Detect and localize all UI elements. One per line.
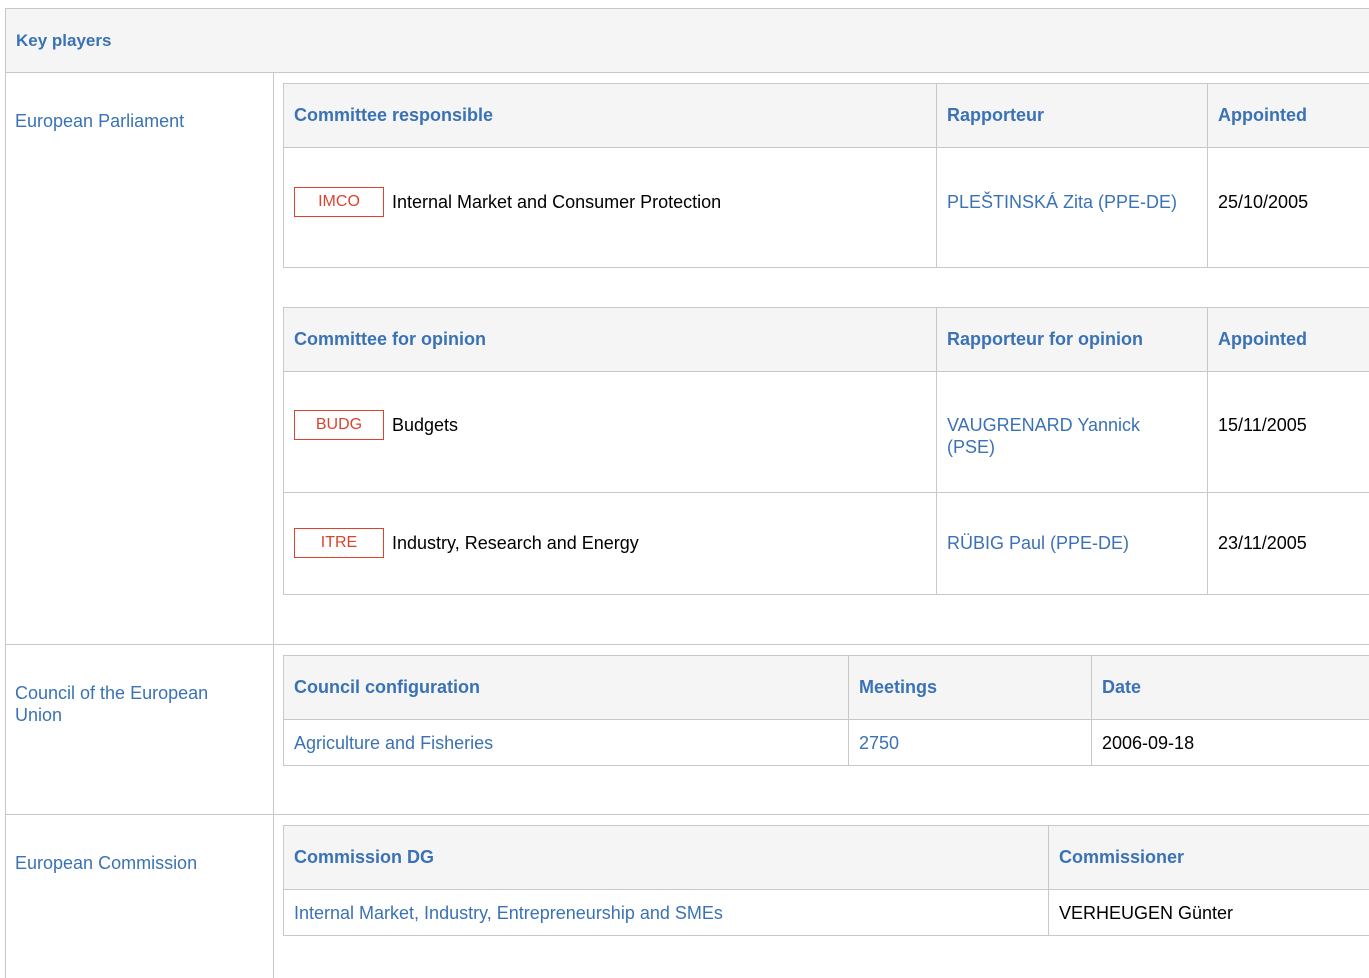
council-table-header: Council configuration Meetings Date: [284, 656, 1369, 720]
committee-code-badge-budg[interactable]: BUDG: [294, 410, 384, 440]
committee-code-badge-imco[interactable]: IMCO: [294, 187, 384, 217]
header-rapporteur-opinion: Rapporteur for opinion: [947, 329, 1143, 349]
table-row: BUDG Budgets VAUGRENARD Yannick (PSE) 15…: [284, 372, 1369, 492]
header-date: Date: [1102, 677, 1142, 697]
header-committee-opinion: Committee for opinion: [294, 329, 486, 349]
table-row: Agriculture and Fisheries 2750 2006-09-1…: [284, 720, 1369, 765]
key-players-title: Key players: [16, 31, 112, 50]
committee-name: Industry, Research and Energy: [392, 533, 639, 553]
institution-european-parliament[interactable]: European Parliament: [15, 110, 255, 132]
meeting-number-link[interactable]: 2750: [859, 732, 899, 754]
commission-dg-link[interactable]: Internal Market, Industry, Entrepreneurs…: [294, 902, 723, 924]
header-appointed: Appointed: [1218, 329, 1307, 349]
key-players-header: Key players: [5, 8, 1369, 73]
council-configuration-link[interactable]: Agriculture and Fisheries: [294, 732, 493, 754]
commission-table-header: Commission DG Commissioner: [284, 826, 1369, 890]
institution-column-divider: [273, 73, 274, 978]
header-commission-dg: Commission DG: [294, 847, 435, 867]
rapporteur-link[interactable]: RÜBIG Paul (PPE-DE): [947, 532, 1129, 554]
rapporteur-link[interactable]: PLEŠTINSKÁ Zita (PPE-DE): [947, 191, 1187, 213]
committee-opinion-table: Committee for opinion Rapporteur for opi…: [283, 307, 1369, 595]
committee-name: Internal Market and Consumer Protection: [392, 192, 722, 212]
institution-council[interactable]: Council of the European Union: [15, 682, 255, 726]
committee-code-badge-itre[interactable]: ITRE: [294, 528, 384, 558]
council-table: Council configuration Meetings Date Agri…: [283, 655, 1369, 766]
rapporteur-link[interactable]: VAUGRENARD Yannick (PSE): [947, 414, 1187, 458]
committee-name: Budgets: [392, 415, 459, 435]
header-committee-responsible: Committee responsible: [294, 105, 494, 125]
institution-european-commission[interactable]: European Commission: [15, 852, 255, 874]
row-divider-parliament: [5, 644, 1369, 645]
row-divider-council: [5, 814, 1369, 815]
header-council-configuration: Council configuration: [294, 677, 480, 697]
header-meetings: Meetings: [859, 677, 938, 697]
appointed-date: 25/10/2005: [1218, 192, 1309, 212]
committee-responsible-table: Committee responsible Rapporteur Appoint…: [283, 83, 1369, 268]
table-row: Internal Market, Industry, Entrepreneurs…: [284, 890, 1369, 935]
appointed-date: 23/11/2005: [1218, 533, 1307, 553]
header-rapporteur: Rapporteur: [947, 105, 1045, 125]
commission-table: Commission DG Commissioner Internal Mark…: [283, 825, 1369, 936]
appointed-date: 15/11/2005: [1218, 415, 1307, 435]
table-row: IMCO Internal Market and Consumer Protec…: [284, 148, 1369, 267]
table-row: ITRE Industry, Research and Energy RÜBIG…: [284, 492, 1369, 594]
commissioner-name: VERHEUGEN Günter: [1059, 903, 1234, 923]
header-appointed: Appointed: [1218, 105, 1307, 125]
meeting-date: 2006-09-18: [1102, 733, 1195, 753]
header-commissioner: Commissioner: [1059, 847, 1185, 867]
